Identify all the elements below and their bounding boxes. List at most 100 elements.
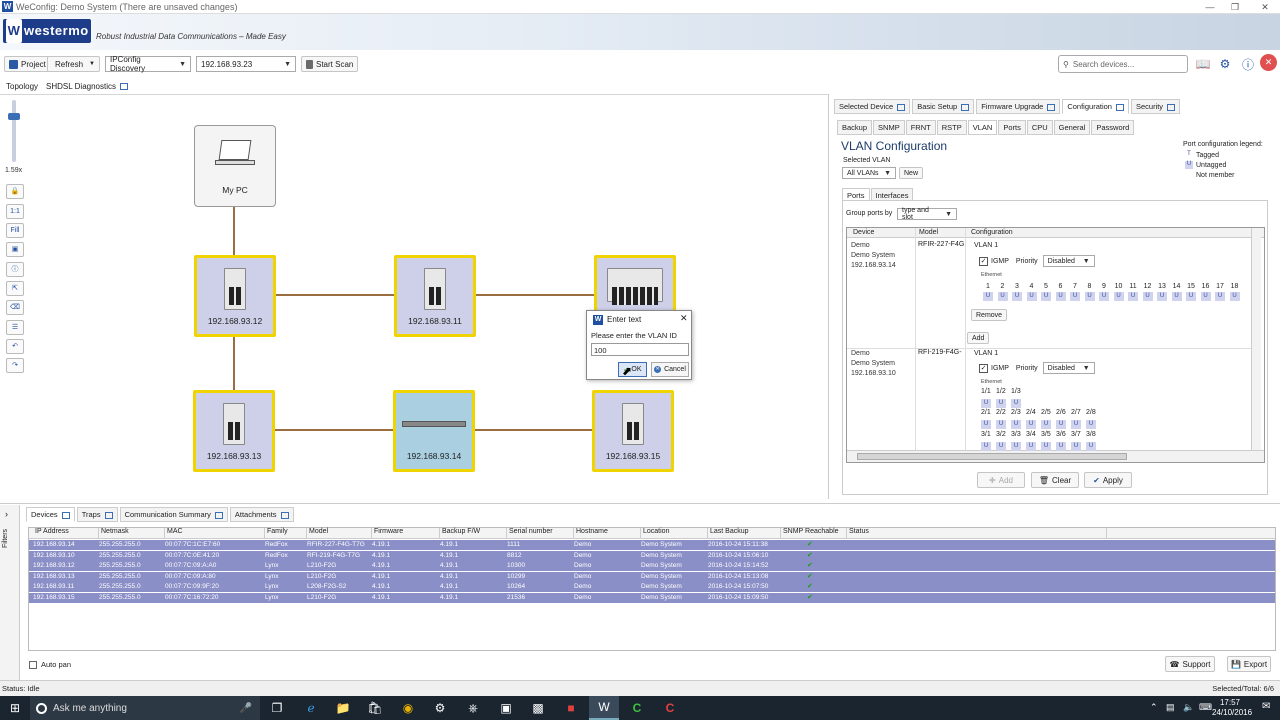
col-netmask[interactable]: Netmask	[99, 528, 165, 538]
undo-icon[interactable]: ↶	[6, 339, 24, 354]
layout-icon[interactable]: ☰	[6, 320, 24, 335]
restore-icon[interactable]: ❐	[1220, 0, 1250, 14]
eraser-icon[interactable]: ⌫	[6, 300, 24, 315]
device-node-rack[interactable]	[594, 255, 676, 317]
lock-icon[interactable]: 🔒	[6, 184, 24, 199]
col-family[interactable]: Family	[265, 528, 307, 538]
device-node[interactable]: 192.168.93.13	[193, 390, 275, 472]
popout-icon[interactable]	[61, 511, 70, 519]
port-untagged[interactable]: U	[1086, 442, 1096, 451]
col-location[interactable]: Location	[641, 528, 708, 538]
table-row[interactable]: 192.168.93.14 255.255.255.0 00:07:7C:1C:E7…	[29, 540, 1275, 550]
subtab-snmp[interactable]: SNMP	[873, 120, 905, 135]
popout-icon[interactable]	[214, 511, 223, 519]
grid-vscrollbar[interactable]	[1251, 228, 1261, 450]
col-snmp-reachable[interactable]: SNMP Reachable	[781, 528, 847, 538]
port-untagged[interactable]: U	[1026, 442, 1036, 451]
port-untagged[interactable]: U	[996, 420, 1006, 429]
one-to-one-button[interactable]: 1:1	[6, 204, 24, 219]
tab-security[interactable]: Security	[1130, 99, 1181, 114]
new-vlan-button[interactable]: New	[899, 167, 924, 179]
subtab-password[interactable]: Password	[1091, 120, 1135, 135]
zoom-slider-track[interactable]	[12, 100, 16, 162]
window-app-icon[interactable]: ▣	[491, 696, 521, 720]
info-tool-icon[interactable]: ⓘ	[6, 262, 24, 277]
subtab-rstp[interactable]: RSTP	[936, 120, 967, 135]
subtab-cpu[interactable]: CPU	[1026, 120, 1053, 135]
tab-communication-summary[interactable]: Communication Summary	[119, 507, 228, 522]
camtasia-green-icon[interactable]: C	[622, 696, 652, 720]
device-node[interactable]: 192.168.93.12	[194, 255, 276, 337]
apply-button[interactable]: ✔ Apply	[1084, 472, 1132, 488]
port-untagged[interactable]: U	[983, 292, 993, 301]
tab-configuration[interactable]: Configuration	[1062, 99, 1129, 114]
grid-hscrollbar[interactable]	[847, 450, 1264, 462]
popout-icon[interactable]	[1115, 103, 1124, 111]
igmp-checkbox[interactable]: ✓	[979, 256, 988, 266]
start-icon[interactable]: ⊞	[0, 696, 30, 720]
port-untagged[interactable]: U	[1229, 292, 1240, 301]
table-row[interactable]: 192.168.93.15 255.255.255.0 00:07:7C:16:72…	[29, 592, 1275, 603]
ip-select[interactable]: 192.168.93.23 ▼	[196, 56, 296, 72]
priority-select[interactable]: Disabled ▼	[1042, 362, 1095, 374]
col-ip[interactable]: IP Address	[33, 528, 99, 538]
popout-icon[interactable]	[119, 83, 128, 91]
select-icon[interactable]: ⇱	[6, 281, 24, 296]
port-untagged[interactable]: U	[1128, 292, 1138, 301]
my-pc-node[interactable]: My PC	[194, 125, 276, 207]
subtab-vlan[interactable]: VLAN	[967, 120, 998, 135]
popout-icon[interactable]	[961, 103, 970, 111]
device-node[interactable]: 192.168.93.15	[592, 390, 674, 472]
support-button[interactable]: ☎ Support	[1165, 656, 1215, 672]
port-untagged[interactable]: U	[1041, 420, 1051, 429]
close-window-icon[interactable]: ✕	[1250, 0, 1280, 14]
project-button[interactable]: Project	[4, 56, 51, 72]
port-untagged[interactable]: U	[996, 442, 1006, 451]
port-untagged[interactable]: U	[1041, 292, 1051, 301]
port-untagged[interactable]: U	[1055, 292, 1066, 301]
port-untagged[interactable]: U	[996, 399, 1006, 408]
table-row[interactable]: 192.168.93.13 255.255.255.0 00:07:7C:09:A:…	[29, 571, 1275, 582]
subtab-ports[interactable]: Ports	[998, 120, 1026, 135]
search-input[interactable]: Search devices...	[1073, 60, 1134, 69]
port-untagged[interactable]: U	[981, 442, 991, 451]
tab-attachments[interactable]: Attachments	[229, 507, 294, 522]
col-last-backup[interactable]: Last Backup	[708, 528, 781, 538]
add-vlan-button[interactable]: Add	[967, 332, 990, 344]
notifications-icon[interactable]: ✉	[1262, 701, 1270, 712]
popout-icon[interactable]	[897, 103, 906, 111]
port-untagged[interactable]: U	[1200, 292, 1211, 301]
start-scan-button[interactable]: Start Scan	[301, 56, 359, 72]
tab-shdsl-diagnostics[interactable]: SHDSL Diagnostics	[42, 80, 132, 93]
port-untagged[interactable]: U	[1142, 292, 1153, 301]
export-button[interactable]: 💾 Export	[1227, 656, 1271, 672]
tool-icon[interactable]: ⚙	[425, 696, 455, 720]
terminal-icon[interactable]: ▩	[523, 696, 553, 720]
popout-icon[interactable]	[1047, 103, 1056, 111]
port-untagged[interactable]: U	[1011, 442, 1021, 451]
port-untagged[interactable]: U	[1099, 292, 1109, 301]
tab-traps[interactable]: Traps	[76, 507, 118, 522]
cancel-button[interactable]: ✕ Cancel	[651, 362, 689, 377]
hscroll-thumb[interactable]	[857, 453, 1127, 460]
clear-button[interactable]: 🗑 Clear	[1031, 472, 1079, 488]
vlan-id-input[interactable]: 100	[591, 343, 689, 356]
port-untagged[interactable]: U	[1071, 442, 1081, 451]
port-untagged[interactable]: U	[1056, 420, 1066, 429]
port-untagged[interactable]: U	[1011, 420, 1021, 429]
device-node-selected[interactable]: 192.168.93.14	[393, 390, 475, 472]
port-untagged[interactable]: U	[1157, 292, 1167, 301]
port-untagged[interactable]: U	[1070, 292, 1080, 301]
book-icon[interactable]: 📖	[1193, 54, 1213, 74]
gear-icon[interactable]: ⚙	[1215, 54, 1235, 74]
port-untagged[interactable]: U	[981, 399, 991, 408]
col-hostname[interactable]: Hostname	[574, 528, 641, 538]
tab-topology[interactable]: Topology	[2, 80, 42, 93]
popout-icon[interactable]	[104, 511, 113, 519]
chrome-icon[interactable]: ◉	[393, 696, 423, 720]
table-row[interactable]: 192.168.93.12 255.255.255.0 00:07:7C:09:A:…	[29, 561, 1275, 571]
tab-selected-device[interactable]: Selected Device	[834, 99, 911, 114]
edge-icon[interactable]: ℯ	[296, 696, 326, 720]
col-firmware[interactable]: Firmware	[372, 528, 440, 538]
store-icon[interactable]: 🛍	[360, 696, 390, 720]
